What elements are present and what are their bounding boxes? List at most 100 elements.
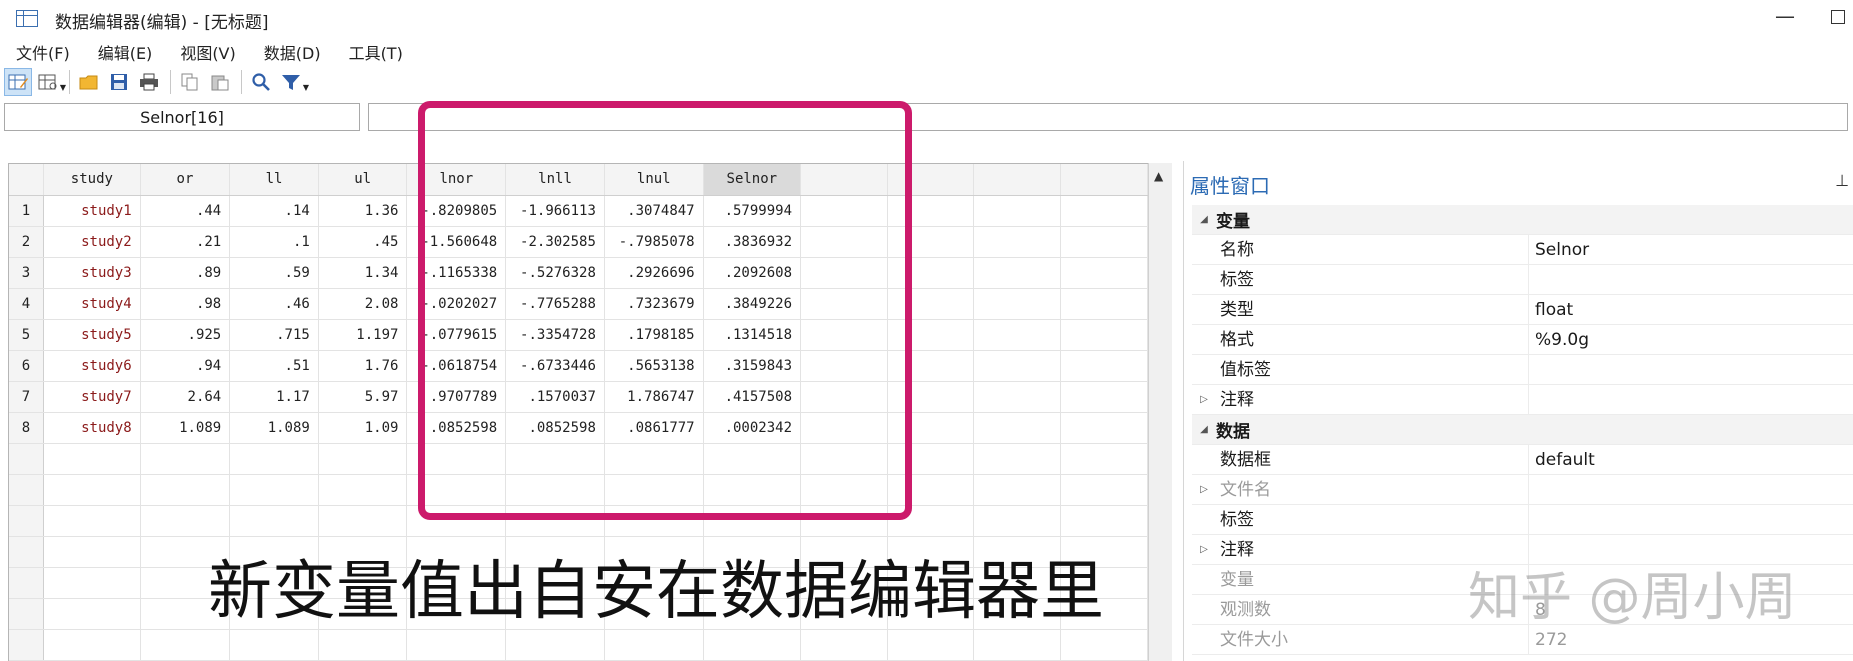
empty-cell[interactable] bbox=[318, 629, 408, 661]
row-number[interactable] bbox=[9, 505, 45, 537]
value-cell[interactable]: 1.36 bbox=[318, 195, 408, 227]
value-cell[interactable]: 1.17 bbox=[229, 381, 319, 413]
menu-file[interactable]: 文件(F) bbox=[0, 38, 82, 64]
empty-cell[interactable] bbox=[800, 350, 888, 382]
expand-icon[interactable]: ▷ bbox=[1192, 544, 1216, 555]
value-cell[interactable]: -2.302585 bbox=[505, 226, 605, 258]
empty-cell[interactable] bbox=[406, 443, 507, 475]
properties-section[interactable]: ◢ 数据 bbox=[1192, 415, 1853, 445]
value-cell[interactable]: 1.786747 bbox=[604, 381, 704, 413]
value-cell[interactable]: .44 bbox=[140, 195, 231, 227]
empty-cell[interactable] bbox=[887, 226, 975, 258]
property-row[interactable]: 格式 %9.0g bbox=[1192, 324, 1853, 355]
empty-cell[interactable] bbox=[800, 505, 888, 537]
empty-cell[interactable] bbox=[973, 629, 1062, 661]
value-cell[interactable]: -.8209805 bbox=[406, 195, 507, 227]
property-row[interactable]: 标签 bbox=[1192, 504, 1853, 535]
row-number[interactable] bbox=[9, 567, 45, 599]
value-cell[interactable]: -.1165338 bbox=[406, 257, 507, 289]
row-number[interactable]: 7 bbox=[9, 381, 45, 413]
property-row[interactable]: 数据框 default bbox=[1192, 444, 1853, 475]
properties-section[interactable]: ◢ 变量 bbox=[1192, 205, 1853, 235]
empty-cell[interactable] bbox=[604, 443, 704, 475]
value-cell[interactable]: .21 bbox=[140, 226, 231, 258]
value-cell[interactable]: .5799994 bbox=[703, 195, 802, 227]
empty-cell[interactable] bbox=[1060, 257, 1148, 289]
empty-cell[interactable] bbox=[1060, 412, 1148, 444]
value-cell[interactable]: -1.560648 bbox=[406, 226, 507, 258]
empty-cell[interactable] bbox=[604, 629, 704, 661]
empty-cell[interactable] bbox=[229, 443, 319, 475]
value-cell[interactable]: 2.64 bbox=[140, 381, 231, 413]
value-cell[interactable]: -.5276328 bbox=[505, 257, 605, 289]
row-number[interactable] bbox=[9, 536, 45, 568]
study-cell[interactable]: study8 bbox=[43, 412, 141, 444]
filter-button[interactable]: ▼ bbox=[277, 68, 309, 96]
expand-icon[interactable]: ▷ bbox=[1192, 484, 1216, 495]
empty-cell[interactable] bbox=[1060, 505, 1148, 537]
empty-cell[interactable] bbox=[1060, 226, 1148, 258]
empty-cell[interactable] bbox=[887, 505, 975, 537]
property-value[interactable]: Selnor bbox=[1529, 235, 1589, 265]
empty-cell[interactable] bbox=[800, 381, 888, 413]
value-cell[interactable]: .45 bbox=[318, 226, 408, 258]
variable-name-box[interactable]: Selnor[16] bbox=[4, 103, 360, 131]
empty-cell[interactable] bbox=[505, 443, 605, 475]
empty-cell[interactable] bbox=[800, 288, 888, 320]
empty-cell[interactable] bbox=[973, 226, 1062, 258]
paste-button[interactable] bbox=[206, 68, 234, 96]
empty-cell[interactable] bbox=[505, 505, 605, 537]
empty-cell[interactable] bbox=[43, 505, 141, 537]
empty-cell[interactable] bbox=[703, 474, 802, 506]
column-header-selected[interactable]: Selnor bbox=[703, 164, 802, 196]
minimize-button[interactable]: — bbox=[1775, 4, 1795, 28]
value-cell[interactable]: -.7765288 bbox=[505, 288, 605, 320]
value-cell[interactable]: .59 bbox=[229, 257, 319, 289]
value-cell[interactable]: .3849226 bbox=[703, 288, 802, 320]
study-cell[interactable]: study3 bbox=[43, 257, 141, 289]
empty-cell[interactable] bbox=[800, 257, 888, 289]
value-cell[interactable]: .9707789 bbox=[406, 381, 507, 413]
column-header[interactable]: or bbox=[140, 164, 231, 196]
vertical-scrollbar[interactable]: ▲ bbox=[1148, 163, 1172, 661]
empty-cell[interactable] bbox=[1060, 350, 1148, 382]
menu-edit[interactable]: 编辑(E) bbox=[82, 38, 165, 64]
value-cell[interactable]: -.7985078 bbox=[604, 226, 704, 258]
empty-cell[interactable] bbox=[800, 474, 888, 506]
cell-value-field[interactable] bbox=[368, 103, 1848, 131]
empty-cell[interactable] bbox=[703, 443, 802, 475]
value-cell[interactable]: .98 bbox=[140, 288, 231, 320]
empty-cell[interactable] bbox=[1060, 288, 1148, 320]
study-cell[interactable]: study2 bbox=[43, 226, 141, 258]
empty-cell[interactable] bbox=[973, 319, 1062, 351]
open-button[interactable] bbox=[75, 68, 103, 96]
empty-cell[interactable] bbox=[973, 257, 1062, 289]
value-cell[interactable]: 5.97 bbox=[318, 381, 408, 413]
empty-cell[interactable] bbox=[1060, 381, 1148, 413]
empty-cell[interactable] bbox=[406, 505, 507, 537]
study-cell[interactable]: study6 bbox=[43, 350, 141, 382]
row-number[interactable]: 5 bbox=[9, 319, 45, 351]
property-row[interactable]: 名称 Selnor bbox=[1192, 234, 1853, 265]
empty-cell[interactable] bbox=[973, 195, 1062, 227]
value-cell[interactable]: .1798185 bbox=[604, 319, 704, 351]
value-cell[interactable]: 2.08 bbox=[318, 288, 408, 320]
value-cell[interactable]: 1.197 bbox=[318, 319, 408, 351]
value-cell[interactable]: .46 bbox=[229, 288, 319, 320]
row-number[interactable] bbox=[9, 598, 45, 630]
maximize-button[interactable] bbox=[1831, 10, 1845, 24]
empty-cell[interactable] bbox=[229, 629, 319, 661]
column-header[interactable]: ul bbox=[318, 164, 408, 196]
value-cell[interactable]: 1.089 bbox=[229, 412, 319, 444]
empty-cell[interactable] bbox=[140, 629, 231, 661]
value-cell[interactable]: 1.76 bbox=[318, 350, 408, 382]
value-cell[interactable]: -.0202027 bbox=[406, 288, 507, 320]
property-value[interactable]: %9.0g bbox=[1529, 325, 1589, 355]
empty-cell[interactable] bbox=[505, 629, 605, 661]
property-value[interactable] bbox=[1529, 475, 1535, 505]
empty-cell[interactable] bbox=[1060, 629, 1148, 661]
row-number[interactable] bbox=[9, 474, 45, 506]
value-cell[interactable]: .925 bbox=[140, 319, 231, 351]
empty-cell[interactable] bbox=[800, 629, 888, 661]
column-header[interactable]: ll bbox=[229, 164, 319, 196]
